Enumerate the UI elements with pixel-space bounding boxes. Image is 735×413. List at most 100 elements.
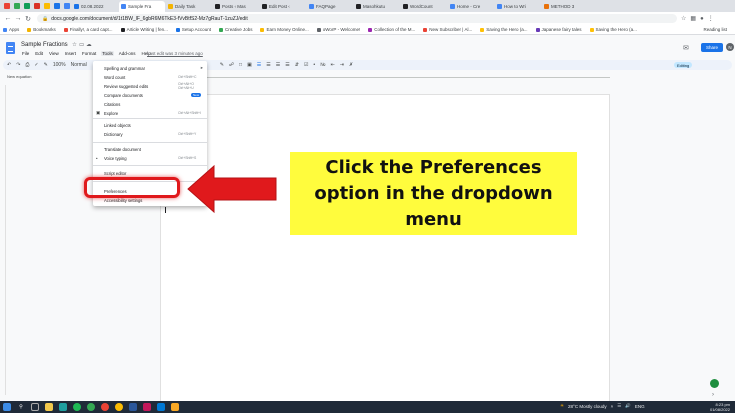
taskbar-app-spotify-icon[interactable]: [73, 403, 81, 411]
taskbar-search-icon[interactable]: ⚲: [17, 403, 25, 411]
comment-icon[interactable]: □: [239, 62, 242, 68]
share-button[interactable]: Share: [701, 43, 723, 52]
increase-indent-icon[interactable]: ⇥: [340, 62, 344, 68]
paint-format-icon[interactable]: ✎: [44, 62, 48, 68]
menu-item-compare-documents[interactable]: Compare documents New: [93, 91, 207, 99]
clear-format-icon[interactable]: ✗: [349, 62, 353, 68]
decrease-indent-icon[interactable]: ⇤: [331, 62, 335, 68]
windows-start-icon[interactable]: [3, 403, 11, 411]
taskbar-clock[interactable]: 8:23 pm 01/08/2022: [700, 402, 730, 412]
image-icon[interactable]: ▣: [247, 62, 252, 68]
bookmark-item[interactable]: oWorP - Welcome!: [316, 27, 360, 32]
menu-edit[interactable]: Edit: [34, 51, 44, 56]
taskbar-app-chrome-icon[interactable]: [87, 403, 95, 411]
bookmark-item[interactable]: Saving the Hero (a...: [480, 27, 528, 32]
language-indicator[interactable]: ENG: [635, 404, 645, 409]
link-icon[interactable]: ☍: [229, 62, 234, 68]
bookmark-item[interactable]: Apps: [3, 27, 19, 32]
bookmark-item[interactable]: Creative Jobs: [218, 27, 252, 32]
pinned-tab-calendar[interactable]: [52, 1, 62, 12]
bookmark-item[interactable]: Article Writing | fen...: [120, 27, 168, 32]
style-select[interactable]: Normal: [71, 62, 87, 68]
pinned-tab-sheets[interactable]: [22, 1, 32, 12]
browser-tab[interactable]: Daily Task: [166, 1, 212, 12]
line-spacing-icon[interactable]: ⇵: [295, 62, 299, 68]
zoom-select[interactable]: 100%: [53, 62, 66, 68]
browser-tab[interactable]: Masohkutu: [354, 1, 400, 12]
bullet-list-icon[interactable]: •: [313, 62, 315, 68]
justify-icon[interactable]: ☰: [285, 62, 289, 68]
bookmark-item[interactable]: New Subscriber | Al...: [423, 27, 472, 32]
pinned-tab-word[interactable]: [32, 1, 42, 12]
cloud-status-icon[interactable]: ☁: [86, 42, 94, 48]
taskbar-app-word-icon[interactable]: [129, 403, 137, 411]
network-icon[interactable]: ☰: [617, 403, 621, 409]
browser-tab[interactable]: FAQPage: [307, 1, 353, 12]
reload-icon[interactable]: ↻: [23, 15, 33, 23]
taskbar-app-snip-icon[interactable]: [143, 403, 151, 411]
menu-format[interactable]: Format: [81, 51, 97, 56]
bookmark-item[interactable]: Saving the Hero (a...: [589, 27, 637, 32]
browser-menu-icon[interactable]: ⋮: [708, 15, 714, 22]
menu-item-linked-objects[interactable]: Linked objects: [93, 121, 207, 129]
comment-history-icon[interactable]: ✉: [683, 44, 689, 52]
browser-tab[interactable]: Home - Cre: [448, 1, 494, 12]
menu-file[interactable]: File: [21, 51, 30, 56]
task-view-icon[interactable]: [31, 403, 39, 411]
profile-icon[interactable]: ●: [700, 16, 704, 22]
checklist-icon[interactable]: ☑: [304, 62, 308, 68]
horizontal-ruler[interactable]: [160, 74, 610, 78]
avatar[interactable]: N: [726, 43, 734, 51]
menu-tools[interactable]: Tools: [101, 51, 114, 56]
document-page[interactable]: [160, 94, 610, 404]
menu-insert[interactable]: Insert: [64, 51, 77, 56]
pinned-tab-search[interactable]: [62, 1, 72, 12]
browser-tab[interactable]: Edit Post ‹: [260, 1, 306, 12]
weather-icon[interactable]: ☀: [560, 403, 564, 409]
browser-tab[interactable]: How to Wri: [495, 1, 541, 12]
align-left-icon[interactable]: ☰: [257, 62, 261, 68]
redo-icon[interactable]: ↷: [16, 62, 20, 68]
forward-icon[interactable]: →: [13, 15, 23, 22]
bookmark-item[interactable]: Bookmarks: [27, 27, 56, 32]
bookmark-item[interactable]: Finally!, a card capt...: [63, 27, 113, 32]
browser-tab[interactable]: Sample Fra: [119, 0, 165, 12]
text-color-icon[interactable]: ✎: [220, 62, 224, 68]
url-input[interactable]: 🔒 docs.google.com/document/d/1t1BW_lF_6g…: [37, 14, 677, 23]
pinned-tab-keep[interactable]: [42, 1, 52, 12]
side-panel-expand-icon[interactable]: ›: [712, 392, 714, 398]
align-right-icon[interactable]: ☰: [276, 62, 280, 68]
menu-item-voice-typing[interactable]: • Voice typing Ctrl+Shift+S: [93, 154, 207, 162]
menu-item-explore[interactable]: ▣ Explore Ctrl+Alt+Shift+I: [93, 109, 207, 117]
taskbar-app-explorer-icon[interactable]: [45, 403, 53, 411]
bookmark-item[interactable]: Setup Account: [175, 27, 211, 32]
browser-tab[interactable]: 02.08.2022: [72, 1, 118, 12]
bookmark-item[interactable]: Japanese fairy tales: [535, 27, 582, 32]
spellcheck-icon[interactable]: ✓: [34, 62, 38, 68]
menu-item-word-count[interactable]: Word count Ctrl+Shift+C: [93, 73, 207, 81]
taskbar-app-chrome3-icon[interactable]: [115, 403, 123, 411]
menu-item-citations[interactable]: Citations: [93, 100, 207, 108]
align-center-icon[interactable]: ☰: [266, 62, 270, 68]
editing-mode-button[interactable]: Editing: [674, 62, 693, 68]
numbered-list-icon[interactable]: №: [320, 62, 325, 68]
taskbar-app-chrome2-icon[interactable]: [101, 403, 109, 411]
menu-item-translate-document[interactable]: Translate document: [93, 145, 207, 153]
document-title[interactable]: Sample Fractions: [21, 42, 68, 48]
outline-label[interactable]: New equation: [7, 74, 31, 79]
star-icon[interactable]: ☆: [72, 42, 79, 48]
explore-button[interactable]: [710, 379, 719, 388]
volume-icon[interactable]: 🔊: [625, 403, 631, 409]
bookmark-item[interactable]: Earn Money Online...: [260, 27, 309, 32]
back-icon[interactable]: ←: [3, 15, 13, 22]
tray-arrow-icon[interactable]: ˄: [611, 404, 614, 409]
bookmark-item[interactable]: Collection of the M...: [368, 27, 415, 32]
print-icon[interactable]: ⎙: [25, 62, 29, 68]
menu-item-review-suggested-edits[interactable]: Review suggested edits Ctrl+Alt+O Ctrl+Al…: [93, 82, 207, 90]
menu-addons[interactable]: Add-ons: [118, 51, 137, 56]
taskbar-app-edge-icon[interactable]: [59, 403, 67, 411]
menu-item-spelling-and-grammar[interactable]: Spelling and grammar ▸: [93, 64, 207, 72]
extensions-icon[interactable]: ▦: [690, 15, 696, 22]
docs-logo-icon[interactable]: [6, 42, 15, 54]
browser-tab[interactable]: METHOD 3: [542, 1, 588, 12]
